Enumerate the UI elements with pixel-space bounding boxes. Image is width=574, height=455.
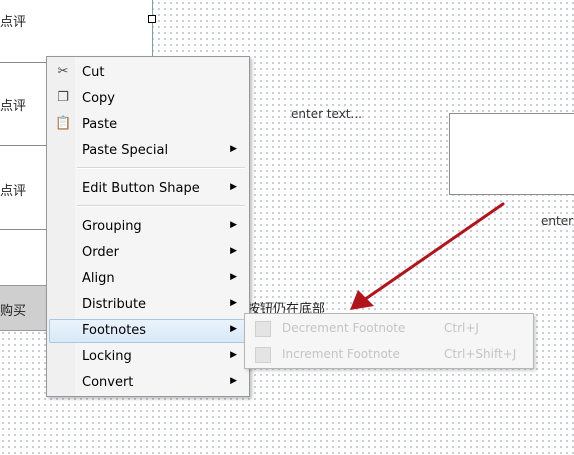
menu-item-label: Align	[82, 271, 115, 286]
arrow-shaft	[362, 202, 505, 302]
menu-item-paste[interactable]: 📋 Paste	[49, 113, 247, 137]
context-menu: ✂ Cut ❐ Copy 📋 Paste Paste Special ▶ Edi…	[46, 56, 250, 397]
menu-item-label: Paste Special	[82, 143, 169, 158]
menu-item-grouping[interactable]: Grouping ▶	[49, 215, 247, 239]
submenu-arrow-icon: ▶	[230, 246, 237, 256]
footnote-decrement-icon	[255, 321, 271, 337]
menu-item-label: Order	[82, 245, 119, 260]
submenu-arrow-icon: ▶	[230, 144, 237, 154]
menu-item-align[interactable]: Align ▶	[49, 267, 247, 291]
footnote-increment-icon	[255, 347, 271, 363]
menu-item-increment-footnote[interactable]: Increment Footnote Ctrl+Shift+J	[247, 343, 531, 367]
menu-item-label: Locking	[82, 349, 132, 364]
menu-item-label: Distribute	[82, 297, 147, 312]
menu-item-locking[interactable]: Locking ▶	[49, 345, 247, 369]
footnotes-submenu: Decrement Footnote Ctrl+J Increment Foot…	[244, 313, 534, 369]
menu-item-label: Paste	[82, 117, 118, 132]
submenu-arrow-icon: ▶	[230, 220, 237, 230]
arrow-head	[350, 290, 374, 310]
menu-item-copy[interactable]: ❐ Copy	[49, 87, 247, 111]
copy-icon: ❐	[57, 90, 69, 105]
menu-item-cut[interactable]: ✂ Cut	[49, 61, 247, 85]
paste-icon: 📋	[55, 116, 72, 131]
menu-item-label: Increment Footnote	[282, 347, 400, 361]
menu-item-label: Grouping	[82, 219, 142, 234]
submenu-arrow-icon: ▶	[230, 350, 237, 360]
menu-item-order[interactable]: Order ▶	[49, 241, 247, 265]
shortcut-label: Ctrl+J	[444, 321, 479, 335]
submenu-arrow-icon: ▶	[230, 376, 237, 386]
menu-item-label: Copy	[82, 91, 115, 106]
menu-item-label: Footnotes	[82, 323, 147, 338]
menu-separator	[77, 167, 245, 169]
scissors-icon: ✂	[57, 64, 69, 79]
menu-item-edit-button-shape[interactable]: Edit Button Shape ▶	[49, 177, 247, 201]
menu-item-paste-special[interactable]: Paste Special ▶	[49, 139, 247, 163]
submenu-arrow-icon: ▶	[230, 272, 237, 282]
menu-item-convert[interactable]: Convert ▶	[49, 371, 247, 395]
menu-item-footnotes[interactable]: Footnotes ▶	[49, 319, 247, 343]
submenu-arrow-icon: ▶	[230, 182, 237, 192]
menu-separator	[77, 205, 245, 207]
submenu-arrow-icon: ▶	[230, 324, 237, 334]
menu-item-distribute[interactable]: Distribute ▶	[49, 293, 247, 317]
menu-item-label: Edit Button Shape	[82, 181, 200, 196]
shortcut-label: Ctrl+Shift+J	[444, 347, 517, 361]
menu-item-label: Convert	[82, 375, 134, 390]
submenu-arrow-icon: ▶	[230, 298, 237, 308]
menu-item-decrement-footnote[interactable]: Decrement Footnote Ctrl+J	[247, 317, 531, 341]
menu-item-label: Decrement Footnote	[282, 321, 406, 335]
menu-item-label: Cut	[82, 65, 105, 80]
